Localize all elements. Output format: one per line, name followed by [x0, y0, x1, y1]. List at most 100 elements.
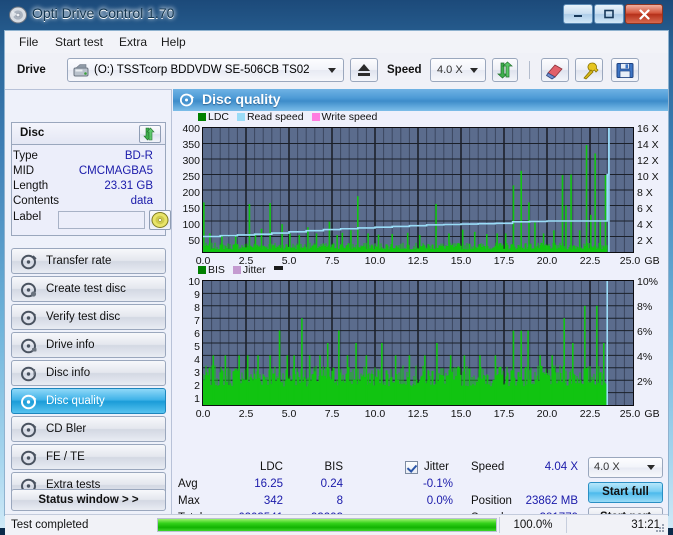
title-bar: Opti Drive Control 1.70: [0, 0, 673, 30]
maximize-icon: [595, 5, 623, 23]
disc-refresh-button[interactable]: [139, 125, 161, 143]
disc-bler-icon: [21, 422, 37, 438]
disc-length-label: Length: [13, 180, 49, 192]
refresh-button[interactable]: [492, 58, 518, 82]
test-speed-value: 4.0 X: [594, 461, 620, 473]
chart2-legend: BIS Jitter: [198, 264, 283, 276]
eject-button[interactable]: [350, 58, 378, 82]
minimize-button[interactable]: [563, 4, 593, 24]
sidebar-item-label: Disc info: [46, 367, 91, 379]
disc-icon: [9, 6, 27, 24]
chart1-ytick-250: 250: [182, 171, 200, 183]
sidebar-item-label: CD Bler: [46, 423, 87, 435]
drive-icon: [73, 64, 89, 77]
disc-header-label: Disc: [20, 127, 45, 139]
test-speed-select[interactable]: 4.0 X: [588, 457, 663, 478]
sidebar-item-fe-te[interactable]: FE / TE: [11, 444, 166, 470]
disc-label-input[interactable]: [58, 211, 145, 229]
elapsed-time: 31:21: [631, 519, 660, 531]
disc-row-contents: Contents data: [13, 195, 153, 210]
menu-start-test[interactable]: Start test: [49, 35, 109, 49]
sidebar-item-transfer-rate[interactable]: Transfer rate: [11, 248, 166, 274]
chart2-plot-area: [202, 280, 634, 406]
disc-label-button[interactable]: [149, 210, 171, 230]
menu-help[interactable]: Help: [155, 35, 192, 49]
stats-jitter-avg: -0.1%: [422, 478, 453, 490]
ldc-chart: LDC Read speed Write speed 400 350 300 2…: [172, 111, 667, 267]
progress-percent: 100.0%: [513, 519, 553, 531]
menu-file[interactable]: File: [13, 35, 44, 49]
close-button[interactable]: [625, 4, 663, 24]
client-area: File Start test Extra Help Drive (O:) TS…: [4, 30, 669, 535]
save-button[interactable]: [611, 58, 639, 82]
sidebar-item-verify-test-disc[interactable]: Verify test disc: [11, 304, 166, 330]
chart2-xtick-2.5: 2.5: [238, 408, 254, 420]
legend-label-read-speed: Read speed: [246, 111, 304, 123]
stats-row-max: Max: [178, 495, 200, 507]
stats-ldc-max: 342: [263, 495, 283, 507]
tools-button[interactable]: [575, 58, 603, 82]
chart1-ytick-200: 200: [182, 187, 200, 199]
chart1-ytick-350: 350: [182, 139, 200, 151]
drive-toolbar: Drive (O:) TSSTcorp BDDVDW SE-506CB TS02…: [5, 53, 668, 90]
sidebar-item-label: Create test disc: [46, 283, 126, 295]
sidebar-item-label: Drive info: [46, 339, 95, 351]
status-message: Test completed: [11, 519, 89, 531]
position-stat-value: 23862 MB: [525, 495, 578, 507]
sidebar-item-disc-quality[interactable]: Disc quality: [11, 388, 166, 414]
chart2-xtick-12.5: 12.5: [407, 408, 429, 420]
chart2-xtick-7.5: 7.5: [324, 408, 340, 420]
stats-header-ldc: LDC: [259, 461, 283, 473]
sidebar-item-drive-info[interactable]: Drive info: [11, 332, 166, 358]
close-icon: [626, 5, 662, 23]
chart1-ytick-50: 50: [188, 235, 200, 247]
chart2-ytick-4: 4: [194, 354, 200, 366]
chevron-down-icon: [328, 68, 336, 73]
resize-grip-icon[interactable]: [655, 523, 665, 533]
chart2-xtick-0: 0.0: [195, 408, 211, 420]
speed-select[interactable]: 4.0 X: [430, 58, 486, 82]
chart1-canvas: [203, 128, 633, 252]
status-window-button[interactable]: Status window > >: [11, 489, 166, 511]
sidebar-item-label: Disc quality: [46, 395, 105, 407]
disc-verify-icon: [21, 310, 37, 326]
sidebar-item-create-test-disc[interactable]: Create test disc: [11, 276, 166, 302]
sidebar-item-disc-info[interactable]: Disc info: [11, 360, 166, 386]
legend-swatch-ldc: [198, 113, 206, 121]
chart1-y2tick-14x: 14 X: [637, 139, 659, 151]
chevron-down-icon: [647, 465, 655, 470]
disc-fete-icon: [21, 450, 37, 466]
speed-label: Speed: [387, 64, 422, 76]
chart2-ytick-1: 1: [194, 393, 200, 405]
chart1-plot-area: [202, 127, 634, 253]
start-full-button[interactable]: Start full: [588, 482, 663, 503]
drive-select[interactable]: (O:) TSSTcorp BDDVDW SE-506CB TS02: [67, 58, 344, 82]
chart2-ytick-6: 6: [194, 328, 200, 340]
chart1-legend: LDC Read speed Write speed: [198, 111, 377, 123]
window-title: Opti Drive Control 1.70: [32, 5, 175, 21]
disc-mid-value: CMCMAGBA5: [78, 165, 153, 177]
jitter-checkbox[interactable]: [405, 461, 418, 474]
sidebar-item-label: FE / TE: [46, 451, 85, 463]
chart2-y2tick-8pct: 8%: [637, 301, 653, 313]
start-full-label: Start full: [602, 486, 649, 498]
minimize-icon: [564, 5, 592, 23]
stats-row-avg: Avg: [178, 478, 198, 490]
disc-test-icon: [21, 254, 37, 270]
app-window: Opti Drive Control 1.70 File Start test …: [0, 0, 673, 535]
sidebar-item-label: Verify test disc: [46, 311, 121, 323]
disc-contents-value: data: [130, 195, 153, 207]
legend-label-ldc: LDC: [208, 111, 230, 123]
disc-row-mid: MID CMCMAGBA5: [13, 165, 153, 180]
legend-swatch-unknown: [273, 266, 283, 270]
statusbar-separator: [566, 517, 567, 533]
menu-extra[interactable]: Extra: [113, 35, 153, 49]
chart2-xtick-20: 20.0: [536, 408, 558, 420]
legend-label-bis: BIS: [208, 264, 225, 276]
stats-header-bis: BIS: [324, 461, 343, 473]
sidebar-item-cd-bler[interactable]: CD Bler: [11, 416, 166, 442]
erase-button[interactable]: [541, 58, 569, 82]
disc-label-label: Label: [13, 211, 42, 223]
maximize-button[interactable]: [594, 4, 624, 24]
chart1-ytick-300: 300: [182, 155, 200, 167]
